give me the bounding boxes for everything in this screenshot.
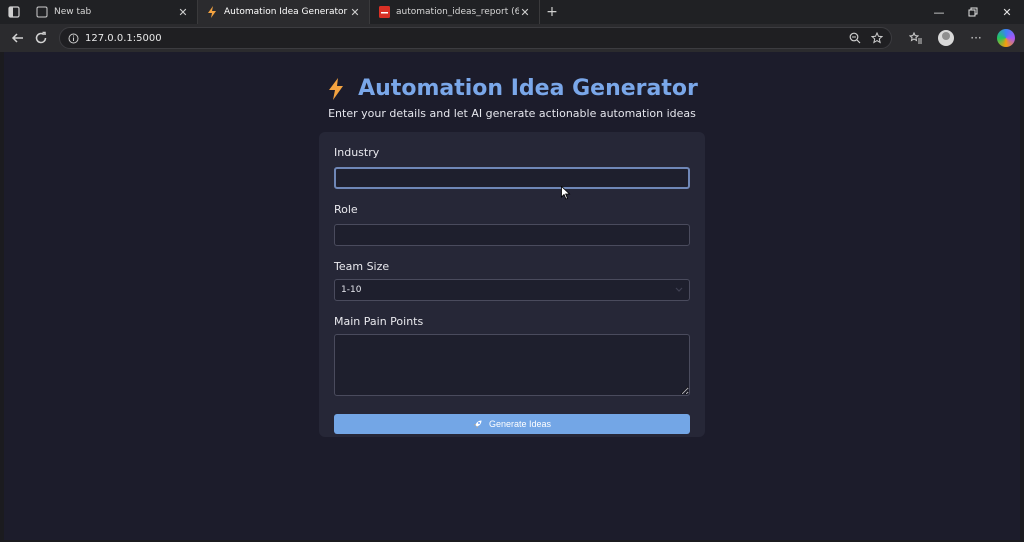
title-row: Automation Idea Generator: [4, 76, 1020, 101]
zoom-icon[interactable]: [849, 32, 861, 44]
lightning-icon: [206, 6, 218, 18]
ellipsis-icon: ···: [970, 31, 982, 45]
role-input[interactable]: [334, 224, 690, 246]
address-bar[interactable]: 127.0.0.1:5000: [59, 27, 893, 49]
industry-input[interactable]: [334, 167, 690, 189]
back-arrow-icon: [11, 33, 23, 43]
rocket-icon: [473, 420, 482, 428]
tab-title: automation_ideas_report (6).pdf: [396, 7, 519, 17]
browser-toolbar: 127.0.0.1:5000 ···: [0, 24, 1024, 52]
page-subtitle: Enter your details and let AI generate a…: [328, 107, 696, 120]
newtab-icon: [36, 6, 48, 18]
tab-actions-icon: [8, 6, 20, 18]
tab-pdf-report[interactable]: automation_ideas_report (6).pdf ✕: [370, 0, 540, 24]
industry-label: Industry: [334, 146, 380, 159]
copilot-button[interactable]: [994, 26, 1018, 50]
restore-icon: [968, 7, 978, 17]
new-tab-button[interactable]: +: [540, 0, 564, 24]
close-icon[interactable]: ✕: [177, 6, 189, 19]
restore-button[interactable]: [956, 0, 990, 24]
tab-strip: New tab ✕ Automation Idea Generator ✕ au…: [0, 0, 1024, 24]
tab-title: New tab: [54, 7, 92, 17]
role-label: Role: [334, 203, 358, 216]
tab-title: Automation Idea Generator: [224, 7, 348, 17]
lightning-icon: [326, 77, 346, 101]
url-text: 127.0.0.1:5000: [85, 32, 162, 44]
back-button[interactable]: [6, 26, 30, 50]
close-icon: ✕: [1002, 5, 1012, 19]
close-icon[interactable]: ✕: [349, 6, 361, 19]
tab-automation-idea-generator[interactable]: Automation Idea Generator ✕: [198, 0, 370, 24]
tab-actions-button[interactable]: [0, 0, 28, 24]
pain-points-label: Main Pain Points: [334, 315, 424, 328]
address-bar-actions: [849, 32, 884, 44]
star-icon[interactable]: [871, 32, 884, 44]
generate-ideas-button[interactable]: Generate Ideas: [334, 414, 690, 434]
copilot-icon: [997, 29, 1016, 47]
site-info-icon[interactable]: [68, 33, 79, 44]
chevron-down-icon: [675, 287, 683, 292]
tab-new-tab[interactable]: New tab ✕: [28, 0, 198, 24]
minimize-icon: —: [933, 5, 945, 19]
pdf-icon: [378, 6, 390, 18]
mouse-pointer-icon: [561, 186, 571, 200]
team-size-value: 1-10: [341, 285, 362, 295]
avatar: [938, 30, 955, 46]
window-controls: — ✕: [922, 0, 1024, 24]
reload-button[interactable]: [30, 26, 54, 50]
page-header: Automation Idea Generator Enter your det…: [4, 76, 1020, 120]
favorites-button[interactable]: [904, 26, 928, 50]
toolbar-right: ···: [904, 26, 1018, 50]
page-content: Automation Idea Generator Enter your det…: [4, 52, 1020, 540]
generate-ideas-label: Generate Ideas: [488, 419, 552, 429]
page-title: Automation Idea Generator: [358, 76, 698, 101]
idea-form-card: Industry Role Team Size 1-10 Main Pain P…: [319, 132, 705, 437]
profile-button[interactable]: [934, 26, 958, 50]
team-size-label: Team Size: [334, 260, 390, 273]
reload-icon: [36, 31, 47, 44]
favorites-icon: [909, 31, 923, 44]
plus-icon: +: [546, 4, 558, 20]
pain-points-textarea[interactable]: [334, 334, 690, 396]
team-size-select[interactable]: 1-10: [334, 279, 690, 301]
more-menu-button[interactable]: ···: [964, 26, 988, 50]
close-window-button[interactable]: ✕: [990, 0, 1024, 24]
minimize-button[interactable]: —: [922, 0, 956, 24]
close-icon[interactable]: ✕: [519, 6, 531, 19]
